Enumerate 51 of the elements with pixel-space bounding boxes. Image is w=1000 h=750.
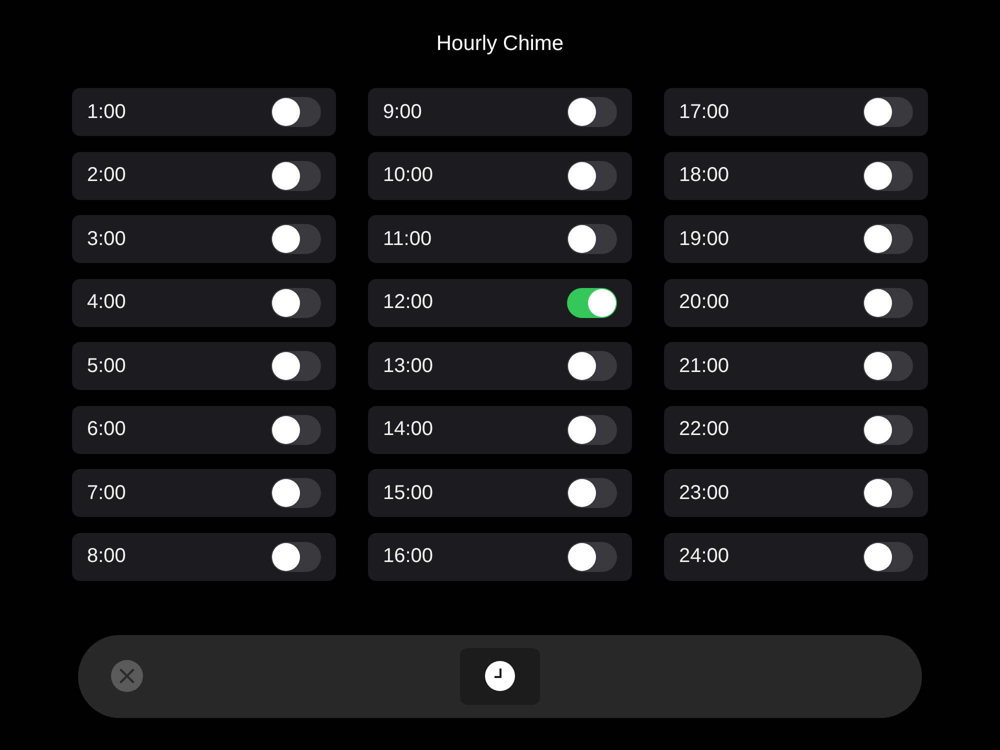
toggle-switch[interactable]: [567, 351, 617, 381]
hour-label: 11:00: [383, 228, 432, 250]
hour-label: 9:00: [383, 100, 422, 124]
toggle-switch[interactable]: [271, 160, 321, 190]
toggle-switch[interactable]: [271, 351, 321, 381]
hour-label: 15:00: [383, 482, 434, 504]
toggle-switch[interactable]: [863, 478, 913, 508]
screen-title: Hourly Chime: [436, 32, 564, 56]
toggle-switch[interactable]: [863, 288, 913, 318]
hour-label: 23:00: [679, 482, 730, 504]
hour-label: 14:00: [383, 418, 434, 441]
hour-label: 22:00: [679, 418, 730, 441]
toggle-switch[interactable]: [567, 478, 617, 508]
toggle-switch[interactable]: [863, 414, 913, 444]
hour-label: 5:00: [87, 354, 126, 378]
toggle-switch[interactable]: [567, 414, 617, 444]
toggle-switch[interactable]: [271, 97, 321, 127]
toggle-switch[interactable]: [271, 414, 321, 444]
hour-label: 18:00: [679, 164, 730, 187]
toggle-switch[interactable]: [863, 542, 913, 572]
hour-label: 1:00: [87, 100, 126, 124]
toggle-switch[interactable]: [863, 160, 913, 190]
hour-label: 12:00: [383, 291, 434, 314]
toggle-switch[interactable]: [567, 224, 617, 254]
toggle-switch[interactable]: [863, 351, 913, 381]
hour-label: 6:00: [87, 418, 126, 441]
toggle-switch[interactable]: [567, 542, 617, 572]
toggle-switch[interactable]: [567, 97, 617, 127]
hour-label: 13:00: [383, 354, 434, 378]
clock-icon: [485, 661, 515, 691]
hour-label: 10:00: [383, 164, 434, 187]
toggle-switch[interactable]: [567, 160, 617, 190]
toggle-switch[interactable]: [271, 224, 321, 254]
hour-label: 19:00: [679, 228, 730, 250]
hour-label: 4:00: [87, 291, 126, 314]
toggle-switch[interactable]: [271, 288, 321, 318]
toggle-switch[interactable]: [271, 478, 321, 508]
clock-button[interactable]: [460, 648, 540, 704]
hour-label: 17:00: [679, 100, 730, 124]
toggle-switch[interactable]: [863, 224, 913, 254]
toggle-switch[interactable]: [271, 542, 321, 572]
toggle-switch[interactable]: [567, 288, 617, 318]
hour-label: 7:00: [87, 482, 126, 504]
hour-label: 8:00: [87, 545, 126, 568]
hour-label: 16:00: [383, 545, 434, 568]
hour-label: 21:00: [679, 354, 730, 378]
hour-label: 2:00: [87, 164, 126, 187]
hour-label: 24:00: [679, 545, 730, 568]
hour-label: 20:00: [679, 291, 730, 314]
hour-label: 3:00: [87, 228, 126, 250]
toggle-switch[interactable]: [863, 97, 913, 127]
